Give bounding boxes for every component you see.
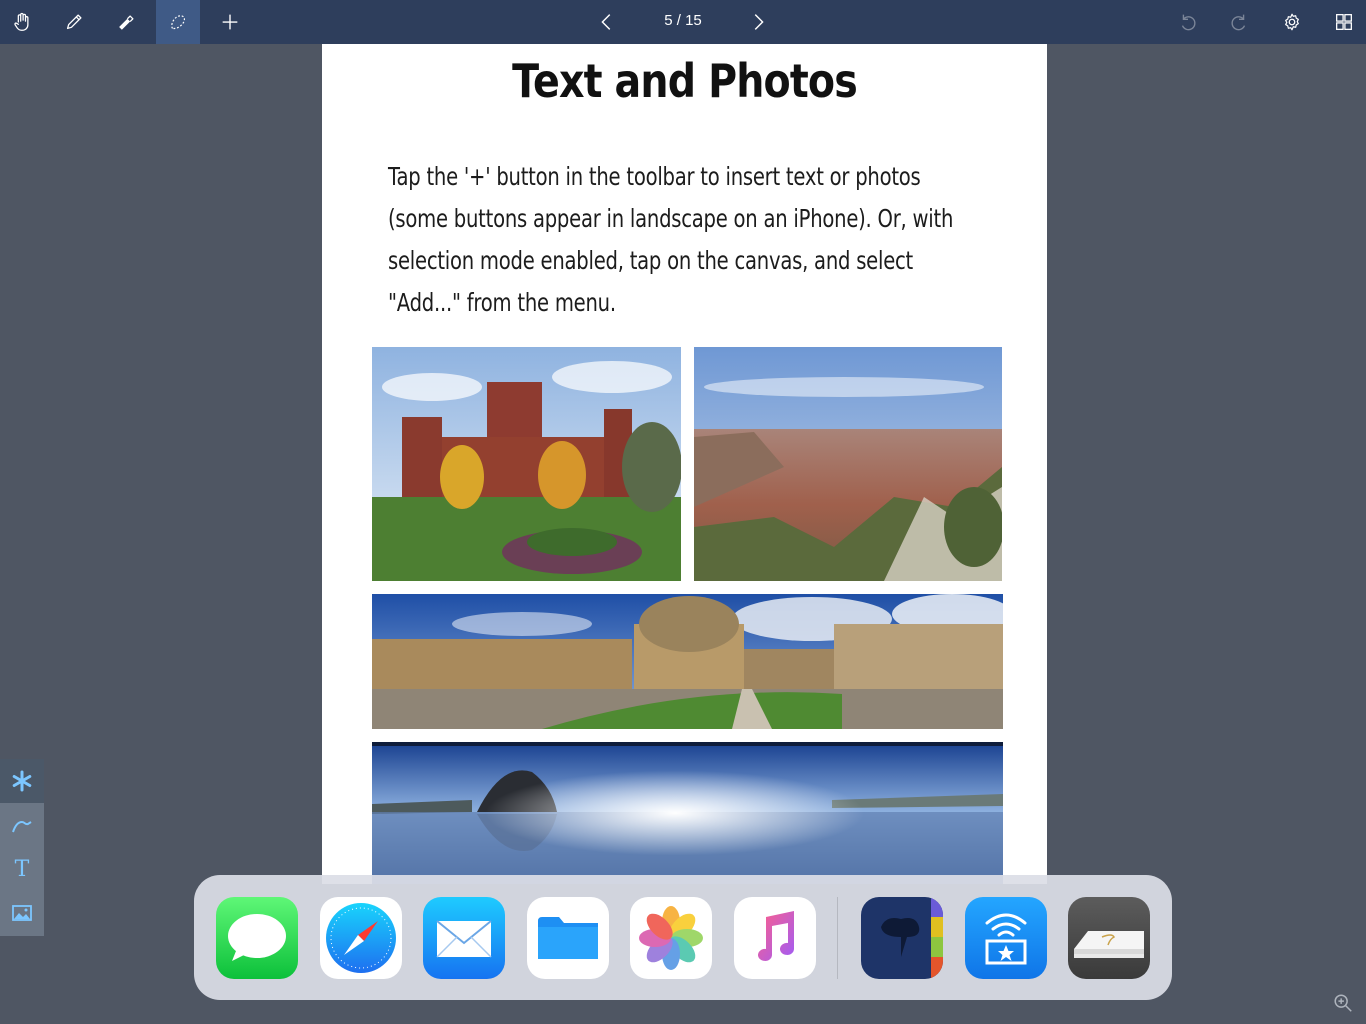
undo-button[interactable] [1166, 0, 1210, 44]
body-line: selection mode enabled, tap on the canva… [388, 246, 913, 275]
text-icon: T [14, 856, 30, 882]
safari-app-icon[interactable] [320, 897, 402, 979]
dock-separator [837, 897, 838, 979]
chevron-left-icon [601, 14, 611, 30]
tool-palette: T [0, 759, 44, 936]
body-line: Tap the '+' button in the toolbar to ins… [388, 162, 921, 191]
text-button[interactable]: T [0, 847, 44, 891]
photos-app-icon[interactable] [630, 897, 712, 979]
page-body-text: Tap the '+' button in the toolbar to ins… [388, 156, 988, 324]
curve-icon [12, 820, 32, 833]
pen-tool-button[interactable] [52, 0, 96, 44]
page-grid-button[interactable] [1322, 0, 1366, 44]
next-page-button[interactable] [736, 0, 780, 44]
eraser-tool-button[interactable] [104, 0, 148, 44]
lasso-tool-button[interactable] [156, 0, 200, 44]
messages-app-icon[interactable] [216, 897, 298, 979]
grid-icon [1336, 14, 1352, 30]
undo-icon [1181, 14, 1196, 31]
notebook-page[interactable]: Text and Photos Tap the '+' button in th… [322, 44, 1047, 884]
lasso-icon [171, 15, 186, 30]
asterisk-button[interactable] [0, 759, 44, 803]
music-app-icon[interactable] [734, 897, 816, 979]
body-line: "Add..." from the menu. [388, 288, 616, 317]
chevron-right-icon [754, 14, 764, 30]
image-button[interactable] [0, 891, 44, 935]
castle-photo[interactable] [372, 347, 681, 581]
plus-icon [222, 14, 238, 30]
add-button[interactable] [208, 0, 252, 44]
page-indicator: 5 / 15 [664, 12, 702, 29]
zoom-icon[interactable] [1332, 992, 1354, 1014]
top-toolbar: 5 / 15 [0, 0, 1366, 44]
wifi-share-app-icon[interactable] [965, 897, 1047, 979]
previous-page-button[interactable] [585, 0, 629, 44]
notebook-app-icon[interactable] [861, 897, 943, 979]
pen-icon [66, 14, 82, 30]
asterisk-icon [12, 770, 32, 792]
curve-button[interactable] [0, 803, 44, 847]
page-title: Text and Photos [512, 54, 858, 108]
college-panorama-photo[interactable] [372, 594, 1003, 729]
settings-button[interactable] [1270, 0, 1314, 44]
body-line: (some buttons appear in landscape on an … [388, 204, 954, 233]
redo-button[interactable] [1217, 0, 1261, 44]
gear-icon [1285, 13, 1299, 31]
canyon-photo[interactable] [694, 347, 1002, 581]
beach-panorama-photo[interactable] [372, 742, 1003, 884]
image-icon [12, 905, 32, 921]
files-app-icon[interactable] [527, 897, 609, 979]
eraser-icon [119, 15, 134, 30]
hand-tool-button[interactable] [0, 0, 44, 44]
dock [194, 875, 1172, 1000]
hand-icon [14, 12, 29, 31]
redo-icon [1231, 14, 1246, 31]
paper-stack-app-icon[interactable] [1068, 897, 1150, 979]
mail-app-icon[interactable] [423, 897, 505, 979]
